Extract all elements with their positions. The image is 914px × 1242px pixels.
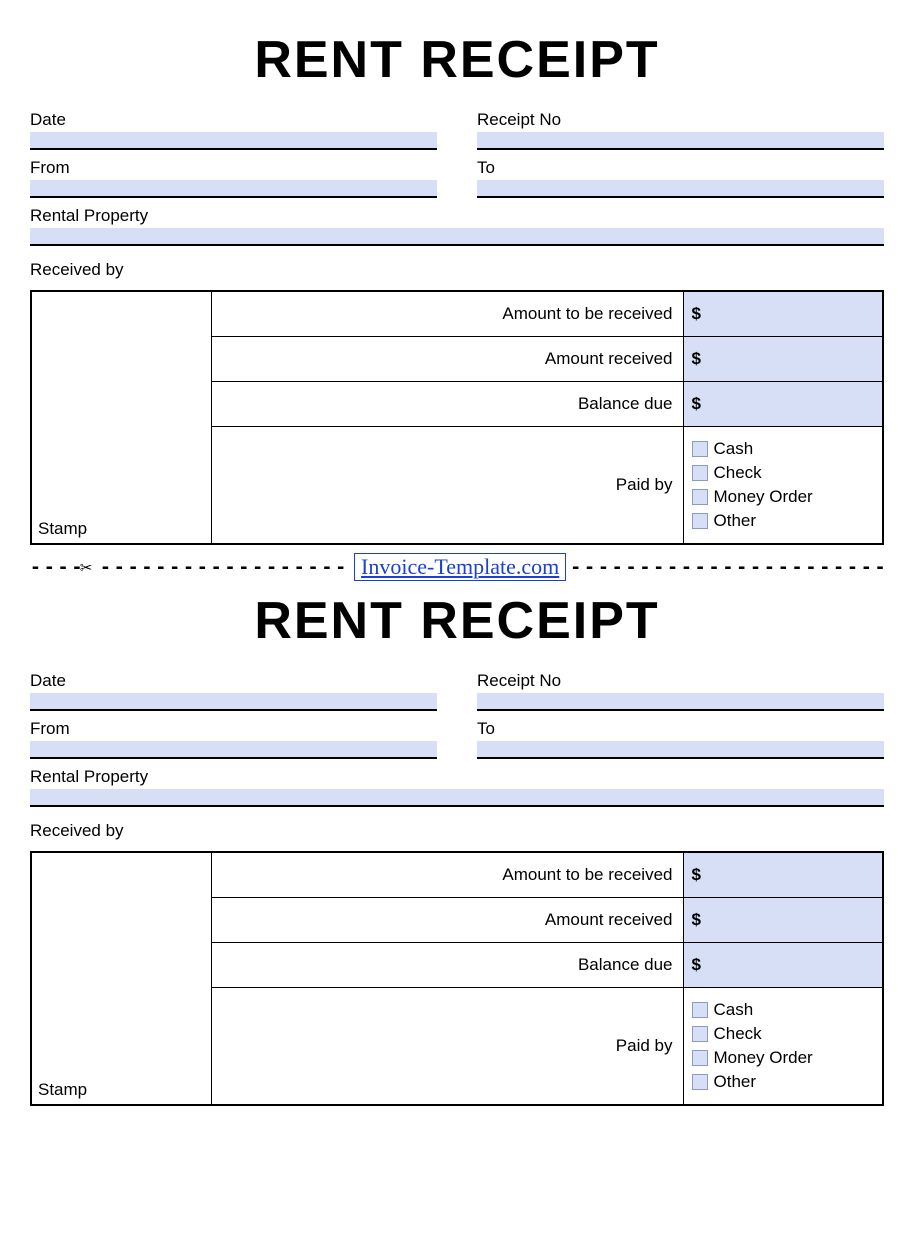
pay-option-money-order: Money Order [692,487,875,507]
pay-option-money-order-label-2: Money Order [714,1048,813,1068]
rental-property-input-2[interactable] [30,789,884,807]
amount-to-be-received-value[interactable]: $ [683,291,883,337]
date-field: Date [30,110,437,150]
paid-by-label-2: Paid by [211,988,683,1106]
to-label-2: To [477,719,884,739]
paid-by-options-2: Cash Check Money Order Other [683,988,883,1106]
paid-by-options: Cash Check Money Order Other [683,427,883,545]
pay-option-cash-2: Cash [692,1000,875,1020]
pay-option-check-2: Check [692,1024,875,1044]
checkbox-money-order[interactable] [692,489,708,505]
stamp-label-2: Stamp [38,1080,87,1100]
stamp-label: Stamp [38,519,87,539]
balance-due-label-2: Balance due [211,943,683,988]
from-input-2[interactable] [30,741,437,759]
amount-to-be-received-label: Amount to be received [211,291,683,337]
rental-property-field: Rental Property [30,206,884,246]
date-label-2: Date [30,671,437,691]
checkbox-cash[interactable] [692,441,708,457]
checkbox-check-2[interactable] [692,1026,708,1042]
pay-option-cash: Cash [692,439,875,459]
rental-property-label-2: Rental Property [30,767,884,787]
to-input-2[interactable] [477,741,884,759]
date-input-2[interactable] [30,693,437,711]
from-label-2: From [30,719,437,739]
date-input[interactable] [30,132,437,150]
amounts-table-2: Stamp Amount to be received $ Amount rec… [30,851,884,1106]
dash-right: ----------------------------- [570,557,884,578]
from-field-2: From [30,719,437,759]
balance-due-value[interactable]: $ [683,382,883,427]
pay-option-cash-label-2: Cash [714,1000,754,1020]
pay-option-cash-label: Cash [714,439,754,459]
checkbox-check[interactable] [692,465,708,481]
pay-option-other: Other [692,511,875,531]
amount-received-label-2: Amount received [211,898,683,943]
rental-property-field-2: Rental Property [30,767,884,807]
pay-option-check-label: Check [714,463,762,483]
date-label: Date [30,110,437,130]
cut-separator: ------ ✂ --------------------- Invoice-T… [30,553,884,581]
template-link[interactable]: Invoice-Template.com [354,553,566,581]
pay-option-check: Check [692,463,875,483]
pay-option-check-label-2: Check [714,1024,762,1044]
checkbox-money-order-2[interactable] [692,1050,708,1066]
balance-due-value-2[interactable]: $ [683,943,883,988]
receipt-no-label: Receipt No [477,110,884,130]
stamp-cell-2: Stamp [31,852,211,1105]
to-input[interactable] [477,180,884,198]
amount-received-value[interactable]: $ [683,337,883,382]
receipt-title: RENT RECEIPT [30,30,884,90]
paid-by-label: Paid by [211,427,683,545]
amount-to-be-received-label-2: Amount to be received [211,852,683,898]
scissors-icon: ✂ [80,555,94,579]
receipt-no-label-2: Receipt No [477,671,884,691]
to-field: To [477,158,884,198]
dash-left: ------ [30,557,80,578]
pay-option-money-order-2: Money Order [692,1048,875,1068]
received-by-label: Received by [30,260,884,280]
pay-option-other-label: Other [714,511,757,531]
stamp-cell: Stamp [31,291,211,544]
rental-property-input[interactable] [30,228,884,246]
dash-mid-left: --------------------- [100,557,350,578]
receipt-no-field-2: Receipt No [477,671,884,711]
date-field-2: Date [30,671,437,711]
from-field: From [30,158,437,198]
pay-option-other-2: Other [692,1072,875,1092]
rent-receipt-bottom: RENT RECEIPT Date Receipt No From To Ren… [30,591,884,1106]
to-label: To [477,158,884,178]
amount-received-value-2[interactable]: $ [683,898,883,943]
pay-option-other-label-2: Other [714,1072,757,1092]
receipt-no-field: Receipt No [477,110,884,150]
amounts-table: Stamp Amount to be received $ Amount rec… [30,290,884,545]
from-label: From [30,158,437,178]
from-input[interactable] [30,180,437,198]
balance-due-label: Balance due [211,382,683,427]
pay-option-money-order-label: Money Order [714,487,813,507]
checkbox-cash-2[interactable] [692,1002,708,1018]
receipt-no-input-2[interactable] [477,693,884,711]
checkbox-other-2[interactable] [692,1074,708,1090]
rent-receipt-top: RENT RECEIPT Date Receipt No From To Ren… [30,30,884,545]
rental-property-label: Rental Property [30,206,884,226]
amount-to-be-received-value-2[interactable]: $ [683,852,883,898]
to-field-2: To [477,719,884,759]
receipt-no-input[interactable] [477,132,884,150]
checkbox-other[interactable] [692,513,708,529]
receipt-title-2: RENT RECEIPT [30,591,884,651]
amount-received-label: Amount received [211,337,683,382]
received-by-label-2: Received by [30,821,884,841]
